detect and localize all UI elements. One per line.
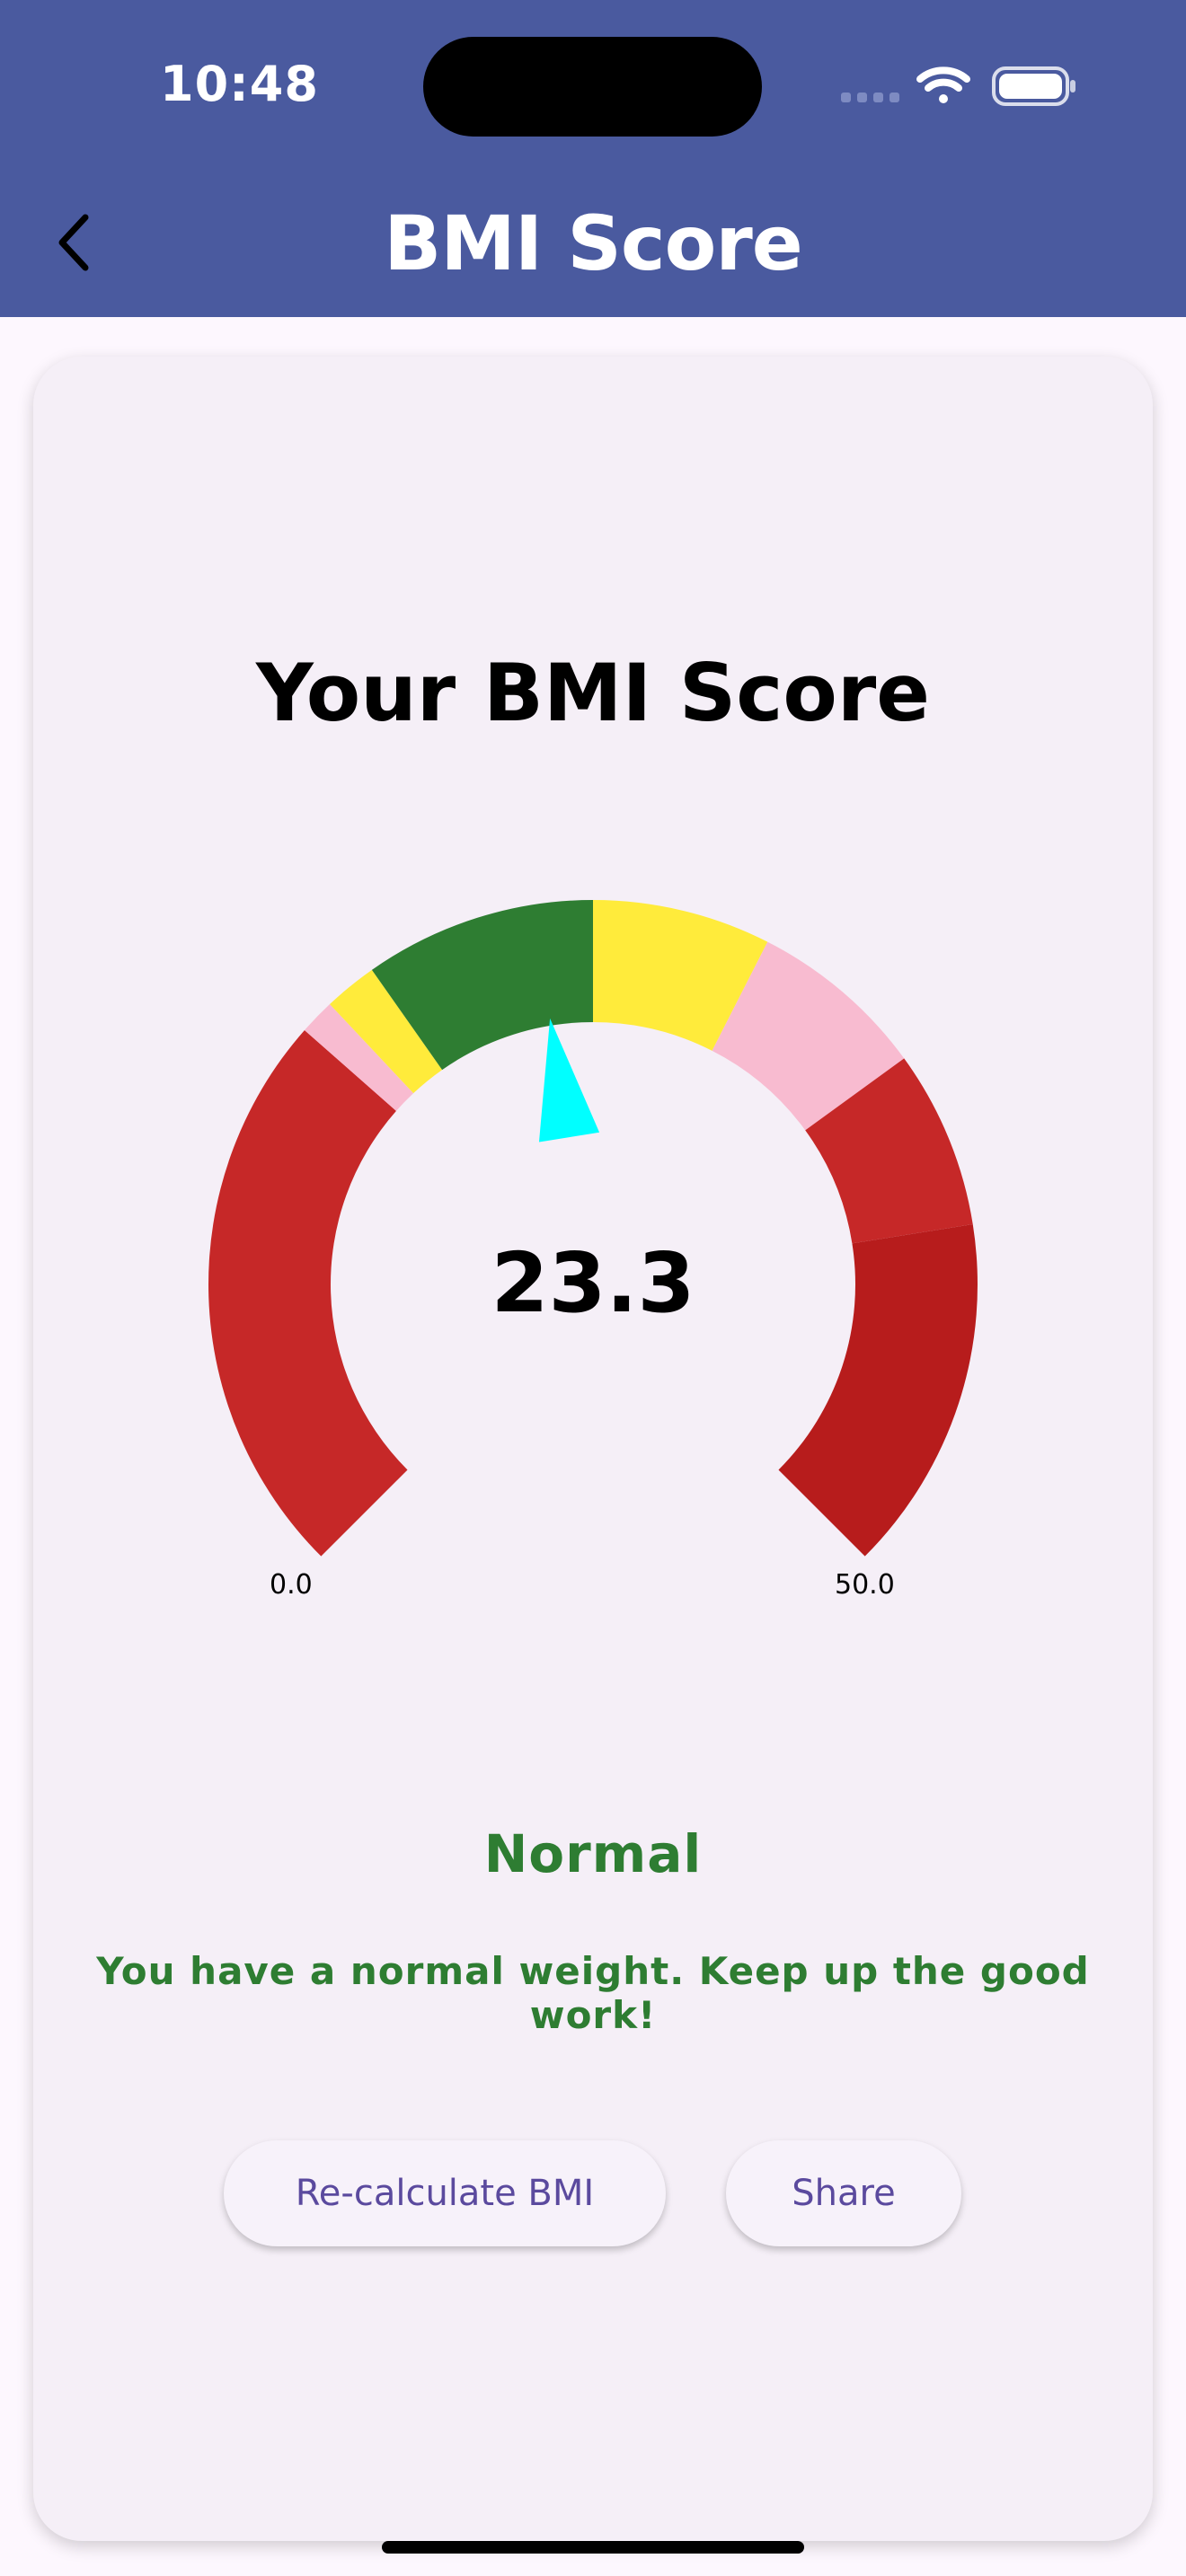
status-time: 10:48: [160, 56, 319, 112]
status-icons: [841, 66, 1075, 106]
gauge-band-0: [208, 1029, 408, 1557]
gauge-band-7: [778, 1224, 978, 1557]
bmi-category: Normal: [483, 1823, 703, 1884]
wifi-icon: [916, 66, 970, 103]
signal-icon: [841, 93, 899, 102]
gauge-max-label: 50.0: [835, 1569, 895, 1601]
bmi-message: You have a normal weight. Keep up the go…: [96, 1949, 1090, 2037]
gauge-min-label: 0.0: [270, 1569, 313, 1601]
recalculate-bmi-button[interactable]: Re-calculate BMI: [224, 2140, 666, 2246]
bmi-score-value: 23.3: [491, 1235, 695, 1331]
home-indicator: [382, 2541, 804, 2554]
dynamic-island: [423, 37, 762, 137]
gauge-needle: [538, 1018, 600, 1142]
result-heading: Your BMI Score: [256, 647, 930, 739]
battery-icon: [992, 66, 1075, 106]
share-button[interactable]: Share: [726, 2140, 961, 2246]
app-bar: 10:48 BMI Score: [0, 0, 1186, 317]
page-title: BMI Score: [384, 199, 803, 287]
